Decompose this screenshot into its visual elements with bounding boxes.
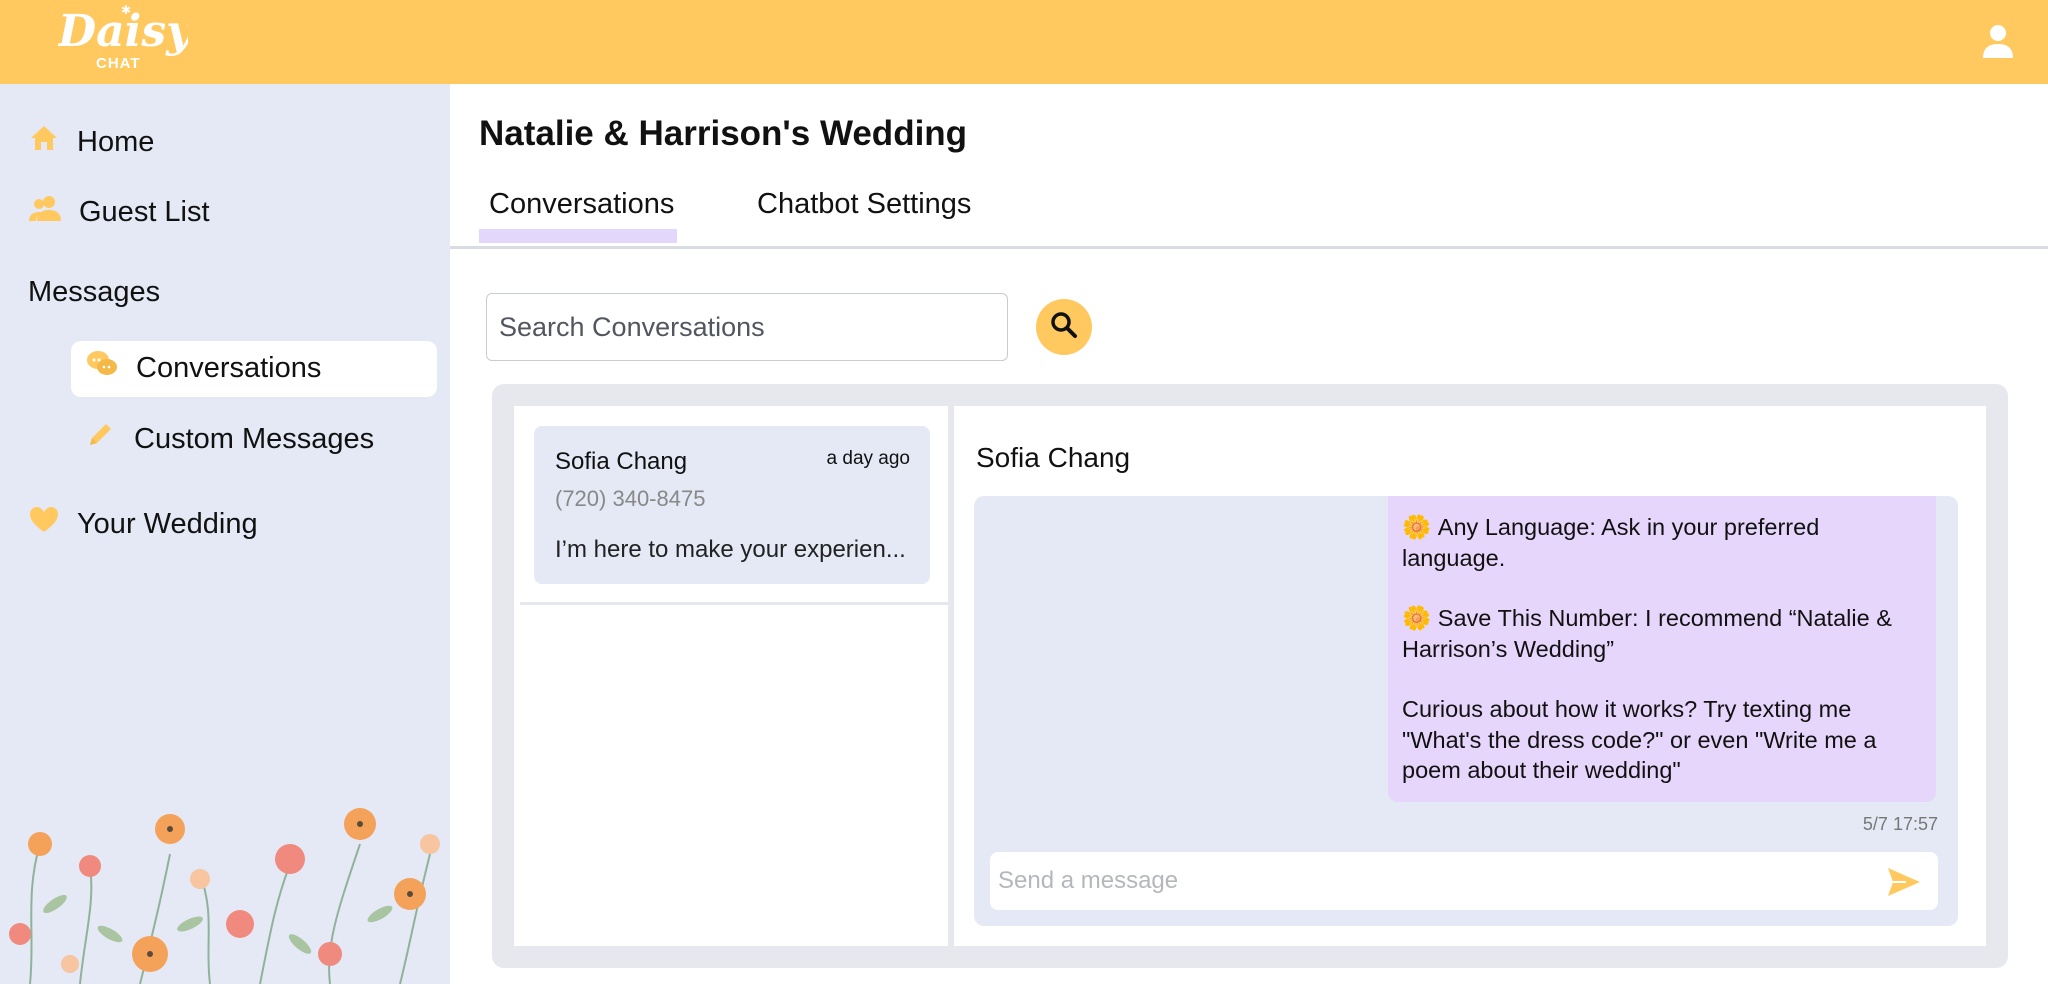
sidebar-item-label: Conversations bbox=[136, 351, 322, 384]
message-text-line: Any Language: Ask in your preferred lang… bbox=[1402, 514, 1820, 571]
daisy-chat-logo[interactable]: Daisy CHAT ✱ bbox=[56, 2, 195, 74]
sidebar: Home Guest List Messages Conversations C… bbox=[0, 84, 450, 984]
chat-pane: Sofia Chang 🌼 Any Language: Ask in your … bbox=[954, 406, 1986, 946]
contact-name: Sofia Chang bbox=[555, 448, 688, 475]
sidebar-item-conversations[interactable]: Conversations bbox=[86, 350, 321, 386]
main-content: Natalie & Harrison's Wedding Conversatio… bbox=[450, 84, 2048, 984]
active-tab-indicator bbox=[479, 229, 677, 243]
pencil-icon bbox=[86, 421, 116, 457]
tab-chatbot-settings[interactable]: Chatbot Settings bbox=[757, 188, 971, 221]
svg-text:CHAT: CHAT bbox=[96, 55, 141, 72]
sidebar-item-home[interactable]: Home bbox=[29, 124, 154, 160]
sidebar-item-your-wedding[interactable]: Your Wedding bbox=[29, 506, 258, 542]
top-bar: Daisy CHAT ✱ bbox=[0, 0, 2048, 84]
send-icon[interactable] bbox=[1886, 866, 1922, 898]
message-text-line: Save This Number: I recommend “Natalie &… bbox=[1402, 605, 1892, 662]
heart-icon bbox=[29, 506, 59, 542]
conversations-panel: Sofia Chang a day ago (720) 340-8475 I’m… bbox=[492, 384, 2008, 968]
list-divider bbox=[520, 602, 950, 605]
floral-decoration bbox=[0, 784, 450, 984]
message-text-line: Curious about how it works? Try texting … bbox=[1402, 696, 1877, 783]
contact-phone: (720) 340-8475 bbox=[555, 486, 706, 511]
message-thread[interactable]: 🌼 Any Language: Ask in your preferred la… bbox=[974, 496, 1958, 926]
users-icon bbox=[29, 195, 61, 229]
tab-conversations[interactable]: Conversations bbox=[489, 188, 674, 221]
search-button[interactable] bbox=[1036, 299, 1092, 355]
message-bubble: 🌼 Any Language: Ask in your preferred la… bbox=[1388, 496, 1936, 802]
sidebar-item-label: Your Wedding bbox=[77, 507, 258, 540]
conversation-time: a day ago bbox=[826, 448, 910, 469]
message-timestamp: 5/7 17:57 bbox=[1862, 814, 1938, 834]
messages-section-label: Messages bbox=[28, 276, 161, 308]
sidebar-item-guest-list[interactable]: Guest List bbox=[29, 195, 210, 229]
daisy-emoji: 🌼 bbox=[1402, 605, 1432, 631]
svg-text:✱: ✱ bbox=[121, 3, 131, 17]
sidebar-item-custom-messages[interactable]: Custom Messages bbox=[86, 421, 374, 457]
chat-bubbles-icon bbox=[86, 350, 118, 386]
search-icon bbox=[1049, 310, 1079, 345]
search-input[interactable] bbox=[486, 293, 1008, 361]
sidebar-item-label: Home bbox=[77, 125, 155, 158]
page-title: Natalie & Harrison's Wedding bbox=[479, 114, 968, 153]
user-account-icon[interactable] bbox=[1976, 20, 2020, 64]
message-preview: I’m here to make your experien... bbox=[555, 536, 906, 563]
tabs-divider bbox=[450, 246, 2048, 249]
home-icon bbox=[29, 124, 59, 160]
sidebar-item-label: Guest List bbox=[79, 195, 210, 228]
chat-contact-name: Sofia Chang bbox=[976, 442, 1131, 473]
daisy-emoji: 🌼 bbox=[1402, 514, 1432, 540]
message-input[interactable] bbox=[990, 852, 1938, 910]
conversation-list: Sofia Chang a day ago (720) 340-8475 I’m… bbox=[514, 406, 950, 946]
list-item[interactable]: Sofia Chang a day ago (720) 340-8475 I’m… bbox=[534, 426, 930, 584]
sidebar-item-label: Custom Messages bbox=[134, 422, 375, 455]
